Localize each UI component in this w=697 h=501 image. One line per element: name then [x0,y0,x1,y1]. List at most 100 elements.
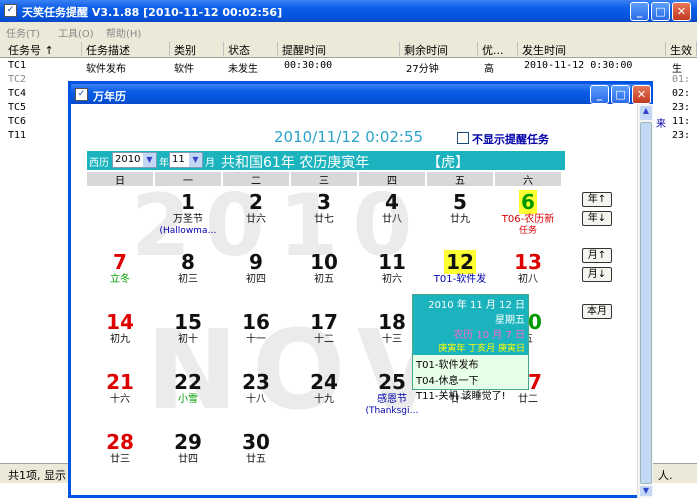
col-time[interactable]: 发生时间 [522,42,666,57]
day-cell[interactable]: 10 初五 [291,250,357,310]
day-cell[interactable]: 30 廿五 [223,430,289,490]
year-label: 年 [159,158,169,169]
col-left[interactable]: 剩余时间 [404,42,478,57]
vertical-scrollbar[interactable]: ▲ ▼ [637,104,653,498]
day-number: 11 [378,250,406,274]
minimize-button[interactable]: _ [630,2,649,21]
row-remind: 00:30:00 [284,60,333,71]
scroll-down-icon[interactable]: ▼ [640,486,652,496]
row-id: TC5 [8,102,27,113]
day-cell[interactable]: 8 初三 [155,250,221,310]
col-category[interactable]: 类别 [174,42,224,57]
row-effect: 23: [672,130,691,141]
day-lunar: T01-软件发 [433,274,487,285]
calendar-close-button[interactable]: ✕ [632,85,651,104]
close-button[interactable]: ✕ [672,2,691,21]
day-number: 6 [519,190,537,214]
col-remind[interactable]: 提醒时间 [282,42,400,57]
menu-help[interactable]: 帮助(H) [106,25,141,40]
row-effect: 23: [672,102,691,113]
day-cell[interactable]: 3 廿七 [291,190,357,250]
day-number: 10 [310,250,338,274]
day-lunar: 初五 [314,274,334,285]
main-titlebar[interactable]: ✓ 天笑任务提醒 V3.1.88 [2010-11-12 00:02:56] _… [0,0,697,22]
day-number: 23 [242,370,270,394]
day-cell[interactable]: 4 廿八 [359,190,425,250]
calendar-app-icon: ✓ [75,88,88,101]
day-cell[interactable]: 9 初四 [223,250,289,310]
calendar-minimize-button[interactable]: _ [590,85,609,104]
calendar-selector-bar: 西历 2010 ▼ 年 11 ▼ 月 共和国61年 农历庚寅年 【虎】 [87,151,565,171]
year-value: 2010 [115,154,141,165]
row-priority: 高 [484,64,494,75]
day-lunar: 廿六 [246,214,266,225]
menu-task[interactable]: 任务(T) [6,25,40,40]
month-up-button[interactable]: 月↑ [582,248,612,263]
hide-reminder-label[interactable]: 不显示提醒任务 [472,131,549,147]
col-desc[interactable]: 任务描述 [86,42,170,57]
month-down-button[interactable]: 月↓ [582,267,612,282]
chevron-down-icon[interactable]: ▼ [143,153,156,167]
day-cell[interactable]: 14 初九 [87,310,153,370]
row-time: 2010-11-12 0:30:00 [524,60,633,71]
day-cell[interactable]: 23 十八 [223,370,289,430]
col-priority[interactable]: 优... [482,42,518,57]
day-cell[interactable]: 6 T06-农历新 任务 [495,190,561,250]
day-number: 4 [385,190,399,214]
year-down-button[interactable]: 年↓ [582,211,612,226]
day-number: 18 [378,310,406,334]
row-effect: 01: [672,74,691,85]
day-lunar: 十二 [314,334,334,345]
col-id[interactable]: 任务号 ↑ [8,42,82,57]
year-select[interactable]: 2010 ▼ [112,152,157,168]
chevron-down-icon[interactable]: ▼ [189,153,202,167]
day-cell[interactable]: 17 十二 [291,310,357,370]
day-cell[interactable]: 16 十一 [223,310,289,370]
year-prefix: 西历 [89,158,109,169]
table-row[interactable]: TC1 软件发布 软件 未发生 00:30:00 27分钟 高 2010-11-… [0,60,697,75]
hide-reminder-checkbox[interactable] [457,132,469,144]
tooltip-ganzhi: 庚寅年 丁亥月 庚寅日 [438,344,525,354]
calendar-window: ✓ 万年历 _ □ ✕ ▲ ▼ 2010/11/12 0:02:55 不显示提醒… [68,81,653,498]
day-number: 24 [310,370,338,394]
day-lunar: 十八 [246,394,266,405]
menu-tools[interactable]: 工具(O) [58,25,94,40]
row-effect: 11: [672,116,691,127]
day-cell[interactable]: 21 十六 [87,370,153,430]
calendar-titlebar[interactable]: ✓ 万年历 _ □ ✕ [71,84,651,104]
this-month-button[interactable]: 本月 [582,304,612,319]
day-lunar: 小雪 [178,394,198,405]
row-desc: 软件发布 [86,64,126,75]
day-cell[interactable]: 1 万圣节 (Hallowma… [155,190,221,250]
day-cell[interactable]: 28 廿三 [87,430,153,490]
day-lunar: 初九 [110,334,130,345]
calendar-maximize-button[interactable]: □ [611,85,630,104]
menu-bar: 任务(T) 工具(O) 帮助(H) [0,22,697,40]
row-id: TC4 [8,88,27,99]
maximize-button[interactable]: □ [651,2,670,21]
month-label: 月 [205,158,215,169]
day-lunar: 初十 [178,334,198,345]
day-cell[interactable]: 2 廿六 [223,190,289,250]
weekday-sat: 六 [495,172,561,187]
month-select[interactable]: 11 ▼ [169,152,203,168]
day-cell[interactable]: 5 廿九 [427,190,493,250]
day-cell[interactable]: 15 初十 [155,310,221,370]
day-cell[interactable]: 24 十九 [291,370,357,430]
day-cell[interactable]: 7 立冬 [87,250,153,310]
day-lunar: 初三 [178,274,198,285]
right-fragment: 来 [656,119,666,130]
current-datetime: 2010/11/12 0:02:55 [274,128,424,146]
day-cell[interactable]: 29 廿四 [155,430,221,490]
scroll-up-icon[interactable]: ▲ [640,106,652,120]
day-number: 14 [106,310,134,334]
day-lunar: 初四 [246,274,266,285]
year-up-button[interactable]: 年↑ [582,192,612,207]
day-number: 3 [317,190,331,214]
day-lunar: 十九 [314,394,334,405]
col-state[interactable]: 状态 [228,42,278,57]
col-effect[interactable]: 生效 [670,42,697,57]
day-cell[interactable]: 22 小雪 [155,370,221,430]
day-number: 5 [453,190,467,214]
scroll-thumb[interactable] [640,122,652,484]
